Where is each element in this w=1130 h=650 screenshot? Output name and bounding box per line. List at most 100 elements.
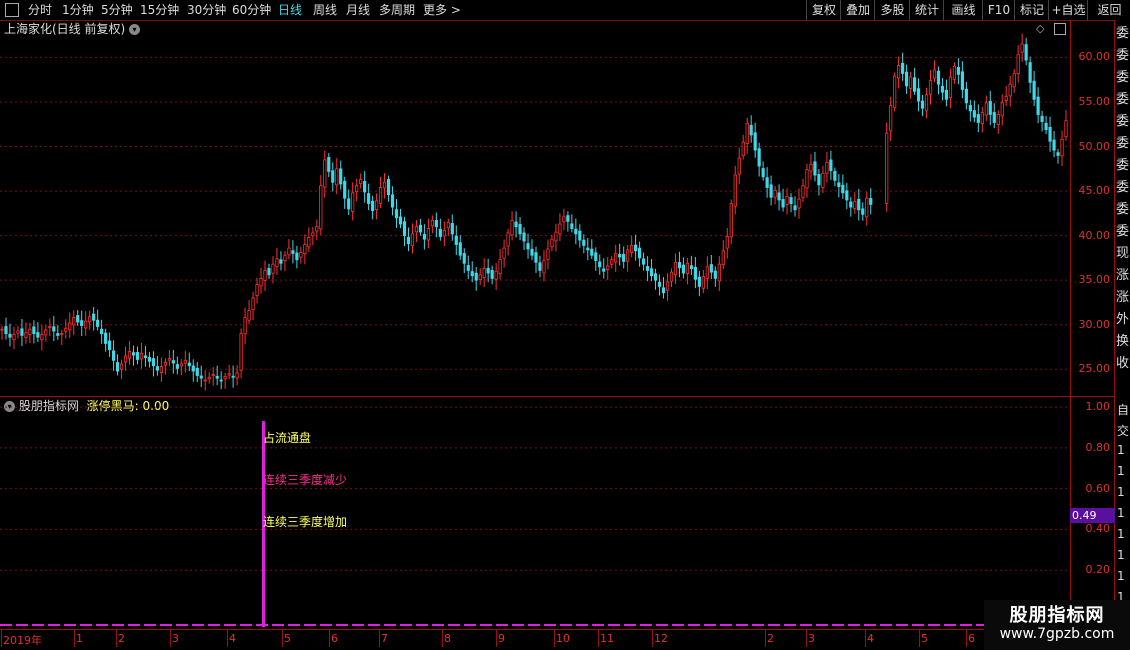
candle-body [924, 94, 929, 112]
period-tab-10[interactable]: 更多 > [423, 2, 461, 18]
candle-body [12, 334, 16, 341]
price-tick-label: 55.00 [1078, 94, 1111, 108]
candle-body [582, 239, 586, 246]
date-tick [170, 629, 171, 647]
candle-body [996, 114, 1000, 125]
candle-body [610, 259, 614, 265]
candle-body [570, 223, 574, 229]
toolbar-button-3[interactable]: 统计 [909, 0, 944, 20]
candle-body [347, 198, 351, 210]
candle-body [247, 310, 251, 321]
candle-body [223, 375, 227, 380]
period-tab-6[interactable]: 日线 [278, 2, 302, 18]
candle-body [641, 258, 646, 265]
candle-body [689, 265, 694, 269]
period-tab-3[interactable]: 15分钟 [140, 2, 179, 18]
candle-body [430, 220, 434, 227]
candle-body [897, 65, 901, 79]
toolbar-button-1[interactable]: 叠加 [840, 0, 875, 20]
date-tick-label: 4 [867, 632, 874, 645]
candle-body [458, 242, 462, 256]
period-tab-5[interactable]: 60分钟 [232, 2, 271, 18]
candle-body [8, 333, 12, 338]
candle-body [869, 198, 873, 205]
candle-body [634, 244, 638, 252]
candle-body [1052, 139, 1056, 151]
watermark-url: www.7gpzb.com [999, 626, 1115, 642]
date-tick-label: 12 [654, 632, 668, 645]
quote-label: 委 [1116, 224, 1130, 239]
candle-body [813, 161, 817, 176]
candle-body [916, 88, 921, 102]
candle-body [295, 252, 299, 261]
candle-body [0, 328, 4, 331]
date-tick-label: 2 [767, 632, 774, 645]
candle-body [107, 340, 112, 351]
quote-label: 委 [1116, 48, 1130, 63]
candle-body [219, 379, 223, 382]
period-toolbar: 分时 1分钟 5分钟 15分钟 30分钟 60分钟 日线 周线 月线 多周期 更多 > 复权 叠加 多股统… [0, 0, 1130, 21]
period-tab-0[interactable]: 分时 [28, 2, 52, 18]
candle-body [335, 168, 339, 186]
quote-label: 1 [1117, 569, 1125, 583]
period-tab-9[interactable]: 多周期 [379, 2, 415, 18]
period-tab-2[interactable]: 5分钟 [101, 2, 133, 18]
candle-body [1064, 120, 1068, 138]
date-tick-label: 9 [498, 632, 505, 645]
toolbar-button-6[interactable]: 标记 [1014, 0, 1049, 20]
candle-body [586, 247, 590, 251]
candle-body [195, 367, 199, 376]
candle-body [630, 245, 634, 253]
candle-body [382, 181, 387, 189]
candle-body [777, 192, 781, 201]
axis-divider [1070, 20, 1071, 650]
candle-body [187, 362, 191, 367]
candle-body [32, 326, 36, 335]
candle-body [506, 232, 510, 247]
toolbar-button-5[interactable]: F10 [982, 0, 1015, 20]
indicator-tick-label: 0.20 [1085, 563, 1111, 577]
candle-body [327, 157, 331, 172]
candle-body [402, 221, 407, 237]
candle-body [514, 221, 518, 228]
period-tab-4[interactable]: 30分钟 [187, 2, 226, 18]
candle-body [111, 350, 116, 361]
candle-body [434, 219, 438, 228]
candle-body [359, 179, 363, 184]
toolbar-button-2[interactable]: 多股 [874, 0, 910, 20]
date-tick [442, 629, 443, 647]
candle-body [669, 271, 674, 282]
period-tab-8[interactable]: 月线 [346, 2, 370, 18]
toolbar-button-4[interactable]: 画线 [943, 0, 983, 20]
candle-body [299, 252, 303, 258]
candle-body [602, 268, 606, 272]
price-tick-label: 25.00 [1078, 362, 1111, 376]
candle-body [104, 332, 108, 344]
candle-body [893, 75, 897, 108]
date-tick-label: 6 [968, 632, 975, 645]
candle-body [904, 71, 909, 87]
period-tab-1[interactable]: 1分钟 [62, 2, 94, 18]
period-tab-7[interactable]: 周线 [313, 2, 337, 18]
candle-body [60, 333, 64, 336]
candle-body [68, 322, 72, 331]
date-tick-label: 1 [76, 632, 83, 645]
candle-body [462, 253, 466, 264]
toolbar-button-0[interactable]: 复权 [806, 0, 841, 20]
candle-body [20, 328, 24, 336]
candle-body [518, 223, 522, 235]
candle-body [1036, 96, 1040, 115]
candle-body [889, 105, 893, 132]
grid-toggle-icon[interactable] [5, 3, 19, 17]
quote-label: 收 [1116, 356, 1130, 371]
candle-body [183, 359, 187, 364]
quote-label: 委 [1116, 26, 1130, 41]
toolbar-button-8[interactable]: 返回 [1087, 0, 1130, 20]
quote-label: 交 [1117, 424, 1130, 438]
toolbar-button-7[interactable]: +自选 [1048, 0, 1088, 20]
candle-body [833, 170, 837, 181]
candle-body [749, 124, 753, 136]
candle-body [4, 326, 8, 335]
candle-body [546, 248, 550, 260]
candle-body [139, 352, 144, 360]
